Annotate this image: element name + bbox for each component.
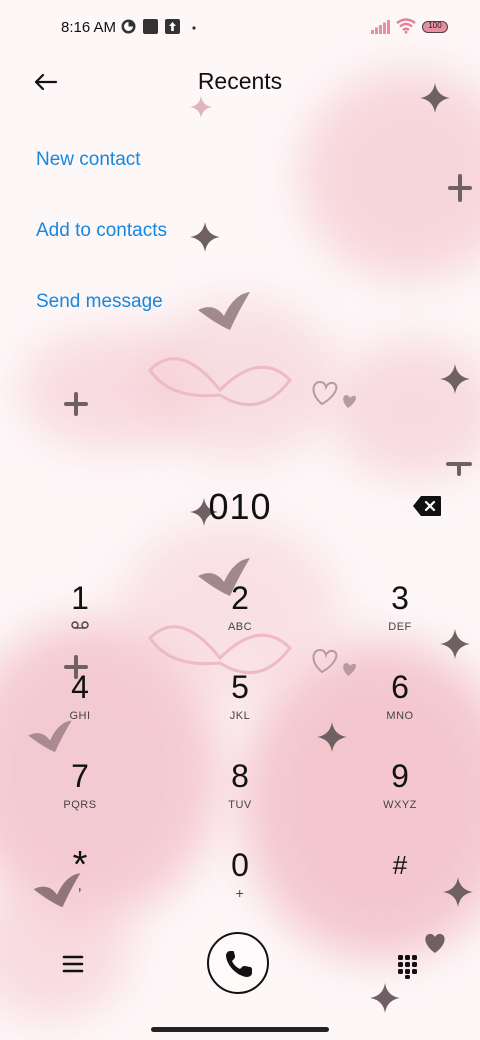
status-time: 8:16 AM bbox=[61, 19, 117, 36]
key-digit: 3 bbox=[391, 580, 409, 616]
call-button[interactable] bbox=[207, 932, 269, 994]
voicemail-icon bbox=[71, 621, 89, 629]
battery-icon: 100 bbox=[422, 21, 448, 33]
key-9[interactable]: 9 WXYZ bbox=[340, 758, 460, 838]
key-digit: 9 bbox=[391, 758, 409, 794]
key-letters: TUV bbox=[228, 799, 252, 811]
add-to-contacts-button[interactable]: Add to contacts bbox=[36, 220, 167, 242]
key-letters: PQRS bbox=[63, 799, 97, 811]
key-8[interactable]: 8 TUV bbox=[180, 758, 300, 838]
key-letters: GHI bbox=[69, 710, 91, 722]
butterfly-outline-icon bbox=[148, 357, 292, 407]
phone-icon bbox=[226, 951, 252, 977]
page-title: Recents bbox=[197, 68, 283, 94]
key-digit: 1 bbox=[71, 580, 89, 616]
key-letters: WXYZ bbox=[383, 799, 417, 811]
sparkle-star-icon bbox=[190, 222, 220, 252]
battery-level: 100 bbox=[428, 21, 442, 30]
backspace-icon[interactable] bbox=[412, 495, 442, 517]
key-digit: # bbox=[392, 850, 408, 880]
key-6[interactable]: 6 MNO bbox=[340, 669, 460, 749]
wifi-icon bbox=[396, 18, 416, 34]
key-digit: 7 bbox=[71, 758, 89, 794]
key-4[interactable]: 4 GHI bbox=[20, 669, 140, 749]
menu-icon[interactable] bbox=[60, 951, 86, 977]
header: Recents bbox=[0, 56, 480, 108]
key-digit: 0 bbox=[231, 847, 249, 883]
dialpad-icon[interactable] bbox=[395, 953, 419, 979]
send-message-button[interactable]: Send message bbox=[36, 291, 163, 313]
key-0[interactable]: 0 + bbox=[180, 847, 300, 927]
key-letters: MNO bbox=[386, 710, 414, 722]
new-contact-button[interactable]: New contact bbox=[36, 149, 141, 171]
key-letters: , bbox=[77, 877, 83, 894]
plus-sparkle-icon bbox=[448, 174, 472, 202]
key-letters: DEF bbox=[388, 621, 412, 633]
dialed-number-display[interactable]: 010 bbox=[0, 486, 480, 528]
key-digit: 5 bbox=[231, 669, 249, 705]
key-letters: ABC bbox=[227, 621, 253, 633]
key-letters: + bbox=[235, 885, 245, 901]
key-digit: 4 bbox=[71, 669, 89, 705]
heart-outline-icon bbox=[312, 380, 357, 408]
key-5[interactable]: 5 JKL bbox=[180, 669, 300, 749]
key-letters: JKL bbox=[229, 710, 251, 722]
key-digit: 8 bbox=[231, 758, 249, 794]
dot-icon bbox=[192, 26, 196, 30]
key-7[interactable]: 7 PQRS bbox=[20, 758, 140, 838]
key-1[interactable]: 1 bbox=[20, 580, 140, 660]
upload-icon bbox=[165, 19, 180, 34]
square-icon bbox=[143, 19, 158, 34]
key-star[interactable]: * , bbox=[20, 846, 140, 927]
key-digit: 6 bbox=[391, 669, 409, 705]
key-2[interactable]: 2 ABC bbox=[180, 580, 300, 660]
plus-sparkle-icon bbox=[64, 392, 88, 416]
key-3[interactable]: 3 DEF bbox=[340, 580, 460, 660]
gesture-nav-handle[interactable] bbox=[151, 1027, 329, 1032]
signal-icon bbox=[371, 20, 390, 34]
butterfly-shadow-icon bbox=[198, 292, 250, 330]
key-digit: 2 bbox=[231, 580, 249, 616]
key-hash[interactable]: # bbox=[340, 847, 460, 927]
notification-icon bbox=[121, 19, 136, 34]
status-bar: 8:16 AM 100 bbox=[0, 0, 480, 56]
sparkle-star-icon bbox=[440, 364, 470, 394]
